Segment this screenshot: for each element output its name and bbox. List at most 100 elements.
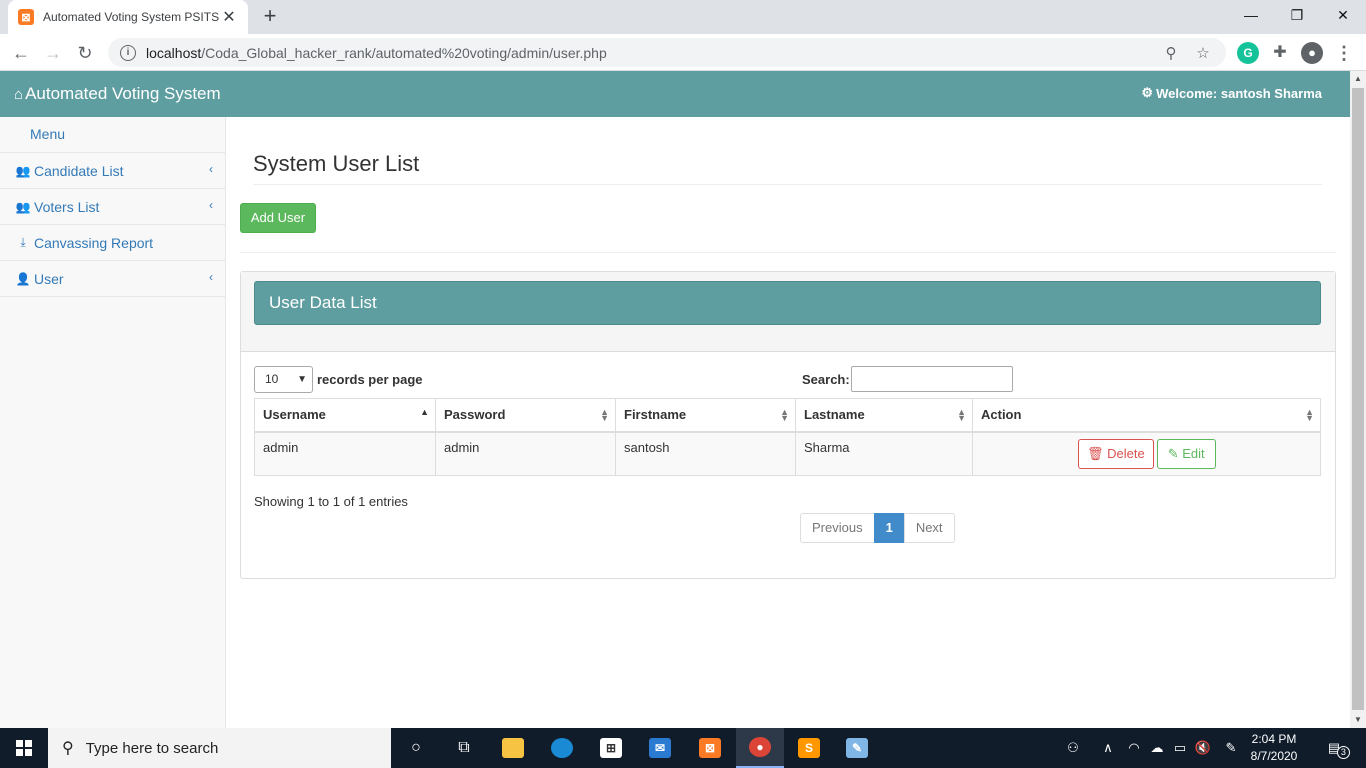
chevron-left-icon: ‹ [209, 270, 213, 284]
browser-tab-strip: ⊠ Automated Voting System PSITS ✕ + — ❐ … [0, 0, 1366, 34]
file-explorer-icon[interactable] [489, 728, 537, 768]
forward-icon[interactable]: → [40, 40, 66, 66]
add-user-button[interactable]: Add User [240, 203, 316, 233]
new-tab-button[interactable]: + [258, 4, 282, 28]
sort-icon: ▲ ▼ [600, 407, 609, 423]
user-table: Username ▲ Password ▲▼ Firstname ▲▼ La [254, 398, 1321, 476]
pencil-icon: ✎ [1167, 445, 1179, 461]
users-icon: 👥 [15, 199, 31, 214]
site-info-icon[interactable]: i [120, 44, 136, 61]
sidebar-item-label: User [34, 270, 64, 287]
battery-icon[interactable]: ▭ [1170, 728, 1190, 768]
users-icon: 👥 [15, 163, 31, 178]
user-welcome-dropdown[interactable]: ⚙ Welcome: santosh Sharma [1141, 85, 1322, 101]
sidebar-item-canvassing-report[interactable]: ⤓ Canvassing Report [0, 225, 225, 261]
chevron-left-icon: ‹ [209, 162, 213, 176]
delete-button[interactable]: 🗑 Delete [1078, 438, 1154, 469]
gear-icon: ⚙ [1141, 85, 1154, 100]
column-header-action[interactable]: Action ▲ ▼ [972, 398, 1321, 433]
records-per-page-label: records per page [317, 372, 423, 387]
sidebar-item-candidate-list[interactable]: 👥 Candidate List ‹ [0, 153, 225, 189]
table-search-control: Search: [802, 366, 1013, 392]
search-input[interactable] [850, 366, 1013, 392]
trash-icon: 🗑 [1087, 445, 1104, 461]
sort-icon: ▲ ▼ [1305, 407, 1314, 423]
taskbar-search-box[interactable]: ⚲ Type here to search [48, 728, 391, 768]
onedrive-icon[interactable]: ☁ [1147, 728, 1167, 768]
start-button[interactable] [0, 728, 48, 768]
records-per-page-control: 10 ▼ records per page [254, 366, 423, 393]
records-per-page-select[interactable]: 10 ▼ [254, 366, 313, 393]
store-icon[interactable]: ⊞ [587, 728, 635, 768]
scrollbar-thumb[interactable] [1352, 88, 1364, 710]
pagination-next[interactable]: Next [903, 513, 955, 543]
people-icon[interactable]: ⚇ [1062, 728, 1084, 768]
chevron-up-icon[interactable]: ∧ [1098, 728, 1118, 768]
download-icon: ⤓ [20, 235, 26, 249]
volume-muted-icon[interactable]: 🔇 [1193, 728, 1213, 768]
sort-icon: ▲ ▼ [780, 407, 789, 423]
sidebar-item-user[interactable]: 👤 User ‹ [0, 261, 225, 297]
page-scrollbar[interactable]: ▲ ▼ [1350, 71, 1366, 728]
xampp-icon[interactable]: ⊠ [686, 728, 734, 768]
url-text[interactable]: localhost/Coda_Global_hacker_rank/automa… [146, 45, 1150, 61]
page-title: System User List [253, 151, 1322, 185]
close-tab-icon[interactable]: ✕ [220, 7, 238, 27]
pagination-previous[interactable]: Previous [800, 513, 875, 543]
browser-toolbar: ← → ↻ i localhost/Coda_Global_hacker_ran… [0, 34, 1366, 71]
column-header-password[interactable]: Password ▲ ▼ [435, 398, 616, 433]
profile-avatar-icon[interactable]: ● [1301, 42, 1323, 64]
taskbar-search-placeholder: Type here to search [85, 739, 219, 757]
wifi-icon[interactable]: ◠ [1124, 728, 1144, 768]
zoom-icon[interactable]: ⚲ [1160, 44, 1182, 62]
pagination-page-1[interactable]: 1 [873, 513, 905, 543]
sort-icon: ▲ ▼ [957, 407, 966, 423]
table-row: admin admin santosh Sharma 🗑 Delete ✎ Edi… [254, 431, 1321, 476]
mail-icon[interactable]: ✉ [636, 728, 684, 768]
column-header-lastname[interactable]: Lastname ▲ ▼ [795, 398, 973, 433]
restore-icon[interactable]: ❐ [1274, 0, 1320, 30]
chevron-down-icon: ▼ [297, 374, 307, 385]
main-content: System User List Add User User Data List… [226, 117, 1350, 728]
home-icon: ⌂ [14, 85, 24, 103]
back-icon[interactable]: ← [8, 40, 34, 66]
grammarly-icon[interactable]: G [1237, 42, 1259, 64]
tab-title: Automated Voting System PSITS [43, 10, 220, 24]
scroll-up-icon[interactable]: ▲ [1350, 71, 1366, 87]
edit-button[interactable]: ✎ Edit [1156, 438, 1216, 469]
bookmark-star-icon[interactable]: ☆ [1192, 44, 1214, 62]
sidebar-item-label: Voters List [34, 198, 100, 215]
brand-link[interactable]: ⌂ Automated Voting System [14, 84, 221, 104]
taskbar-clock[interactable]: 2:04 PM 8/7/2020 [1246, 731, 1302, 765]
search-label: Search: [802, 371, 850, 387]
scroll-down-icon[interactable]: ▼ [1350, 712, 1366, 728]
notifications-icon[interactable]: ▤ 3 [1318, 728, 1350, 768]
minimize-icon[interactable]: — [1228, 0, 1274, 30]
sidebar-item-voters-list[interactable]: 👥 Voters List ‹ [0, 189, 225, 225]
chrome-icon[interactable]: ● [736, 728, 784, 768]
extensions-icon[interactable]: ✚ [1269, 42, 1291, 64]
web-page: ⌂ Automated Voting System ⚙ Welcome: san… [0, 71, 1350, 728]
column-header-firstname[interactable]: Firstname ▲ ▼ [615, 398, 796, 433]
cortana-icon[interactable]: ○ [392, 728, 440, 768]
user-icon: 👤 [15, 271, 31, 286]
sublime-text-icon[interactable]: S [785, 728, 833, 768]
reload-icon[interactable]: ↻ [72, 40, 98, 66]
edge-icon[interactable] [538, 728, 586, 768]
task-view-icon[interactable]: ⧉ [440, 728, 488, 768]
close-window-icon[interactable]: ✕ [1320, 0, 1366, 30]
sidebar-item-label: Canvassing Report [34, 234, 154, 251]
chevron-left-icon: ‹ [209, 198, 213, 212]
panel-title: User Data List [254, 281, 1321, 325]
pen-icon[interactable]: ✎ [1220, 728, 1242, 768]
column-header-username[interactable]: Username ▲ [254, 398, 436, 433]
address-bar[interactable]: i localhost/Coda_Global_hacker_rank/auto… [108, 38, 1226, 67]
browser-menu-icon[interactable]: ⋮ [1333, 42, 1355, 64]
notepad-icon[interactable]: ✎ [833, 728, 881, 768]
notification-count: 3 [1336, 746, 1350, 759]
browser-tab[interactable]: ⊠ Automated Voting System PSITS ✕ [8, 0, 248, 34]
sort-asc-icon: ▲ [420, 407, 429, 417]
table-info: Showing 1 to 1 of 1 entries [254, 494, 408, 509]
panel-heading: User Data List [241, 272, 1335, 352]
top-navbar: ⌂ Automated Voting System ⚙ Welcome: san… [0, 71, 1350, 117]
